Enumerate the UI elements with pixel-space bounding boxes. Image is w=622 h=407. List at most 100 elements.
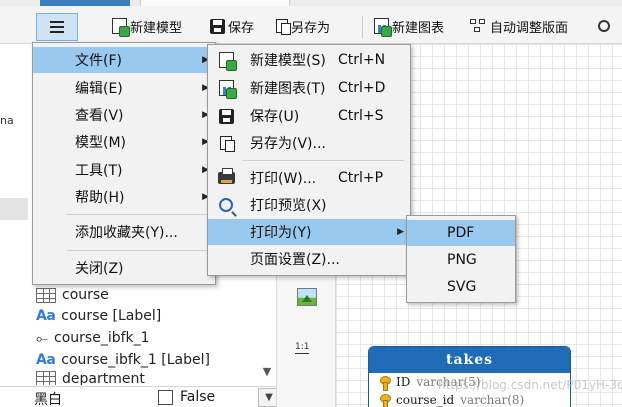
file-submenu: 新建模型(S) Ctrl+N 新建图表(T) Ctrl+D 保存(U) Ctrl… (207, 44, 411, 276)
menu-item-svg[interactable]: SVG (407, 274, 515, 300)
actual-size-icon[interactable]: 1:1 (295, 342, 310, 354)
menu-item-label: 另存为(V)... (250, 136, 326, 152)
toolbar: 新建模型 保存 另存为 新建图表 自动调整版面 (0, 6, 622, 44)
new-chart-icon (374, 18, 392, 37)
object-label: department (62, 371, 145, 385)
table-column-row: course_id varchar(8) (369, 391, 570, 407)
menu-item-print-preview[interactable]: 打印预览(X) (208, 192, 410, 218)
menu-item-model[interactable]: 模型(M) ▶ (33, 129, 215, 155)
left-edge-text: na (0, 114, 14, 127)
menu-item-save[interactable]: 保存(U) Ctrl+S (208, 103, 410, 129)
menu-item-label: 新建图表(T) (250, 81, 326, 97)
object-label: course_ibfk_1 (54, 330, 150, 346)
hamburger-icon (50, 21, 64, 33)
property-row: 黑白 False ▼ (0, 386, 290, 407)
menu-separator (242, 160, 404, 161)
menu-item-label: SVG (447, 279, 477, 295)
zoom-icon (598, 20, 610, 32)
object-list-item[interactable]: Aa course [Label] (36, 305, 161, 327)
scroll-down-arrow[interactable]: ▼ (258, 363, 276, 381)
watermark: https://blog.csdn.net/P01yH-3dr0n (438, 378, 622, 392)
foreign-key-icon: ⟜ (36, 329, 49, 347)
new-model-button[interactable]: 新建模型 (112, 14, 182, 38)
property-label: 黑白 (34, 392, 62, 407)
menu-item-png[interactable]: PNG (407, 247, 515, 273)
menu-item-tools[interactable]: 工具(T) ▶ (33, 157, 215, 183)
menu-item-page-setup[interactable]: 页面设置(Z)... (208, 246, 410, 272)
column-name: ID (396, 375, 411, 389)
menu-item-edit[interactable]: 编辑(E) ▶ (33, 75, 215, 101)
menu-separator (67, 250, 209, 251)
print-as-submenu: PDF PNG SVG (406, 215, 516, 303)
menu-item-view[interactable]: 查看(V) ▶ (33, 102, 215, 128)
menu-item-pdf[interactable]: PDF (407, 220, 515, 246)
save-as-label: 另存为 (291, 20, 331, 36)
new-model-icon (218, 52, 237, 71)
print-icon (217, 168, 235, 184)
image-tool-icon[interactable] (297, 288, 317, 306)
new-model-icon (112, 18, 130, 37)
menu-item-label: 编辑(E) (75, 81, 123, 97)
menu-item-label: 保存(U) (250, 109, 300, 125)
menu-item-print-as[interactable]: 打印为(Y) ▶ (208, 219, 410, 245)
zoom-button[interactable] (598, 14, 610, 38)
main-menu-button[interactable] (36, 13, 78, 41)
menu-item-file[interactable]: 文件(F) ▶ (33, 47, 215, 73)
menu-item-label: 打印预览(X) (250, 198, 327, 214)
save-icon (210, 18, 225, 34)
menu-item-label: 工具(T) (75, 163, 123, 179)
save-label: 保存 (228, 20, 255, 36)
object-list-item[interactable]: Aa course_ibfk_1 [Label] (36, 349, 210, 371)
menu-item-label: 打印为(Y) (250, 225, 312, 241)
menu-item-shortcut: Ctrl+P (338, 170, 384, 186)
menu-item-label: 打印(W)... (250, 171, 317, 187)
table-entity[interactable]: takes ID varchar(5) course_id varchar(8) (368, 346, 571, 407)
object-label: course [Label] (61, 308, 162, 324)
menu-item-print[interactable]: 打印(W)... Ctrl+P (208, 165, 410, 191)
menu-item-shortcut: Ctrl+S (338, 108, 384, 124)
menu-item-label: PDF (447, 225, 475, 241)
new-chart-icon (218, 80, 237, 99)
menu-item-label: 页面设置(Z)... (250, 252, 340, 268)
table-icon (36, 287, 56, 303)
save-button[interactable]: 保存 (210, 14, 254, 38)
menu-item-new-chart[interactable]: 新建图表(T) Ctrl+D (208, 75, 410, 101)
object-list-item[interactable]: department (36, 371, 145, 385)
toolbar-divider (362, 16, 363, 38)
menu-item-label: 查看(V) (75, 108, 124, 124)
menu-item-label: 新建模型(S) (250, 53, 326, 69)
main-menu: 文件(F) ▶ 编辑(E) ▶ 查看(V) ▶ 模型(M) ▶ 工具(T) ▶ … (32, 42, 216, 285)
menu-item-add-favorite[interactable]: 添加收藏夹(Y)... (33, 219, 215, 245)
menu-item-help[interactable]: 帮助(H) ▶ (33, 184, 215, 210)
save-as-icon (220, 136, 235, 152)
save-icon (218, 108, 234, 124)
auto-layout-button[interactable]: 自动调整版面 (470, 14, 568, 38)
object-list-item[interactable]: ⟜ course_ibfk_1 (36, 327, 150, 349)
menu-item-label: PNG (447, 252, 477, 268)
auto-layout-icon (470, 18, 487, 34)
app-window: 新建模型 保存 另存为 新建图表 自动调整版面 na course Aa cou… (0, 0, 622, 407)
new-chart-label: 新建图表 (392, 20, 445, 36)
menu-item-close[interactable]: 关闭(Z) (33, 255, 215, 281)
menu-item-label: 关闭(Z) (75, 261, 124, 277)
new-model-label: 新建模型 (130, 20, 183, 36)
auto-layout-label: 自动调整版面 (490, 20, 569, 36)
menu-item-label: 模型(M) (75, 135, 127, 151)
save-as-button[interactable]: 另存为 (276, 14, 330, 38)
column-type: varchar(8) (460, 393, 525, 407)
property-checkbox[interactable] (158, 390, 173, 405)
primary-key-icon (379, 393, 391, 407)
property-value: False (180, 389, 216, 405)
menu-item-label: 添加收藏夹(Y)... (75, 225, 178, 241)
table-entity-title: takes (369, 347, 570, 373)
new-chart-button[interactable]: 新建图表 (374, 14, 444, 38)
object-label: course_ibfk_1 [Label] (61, 352, 210, 368)
save-as-icon (276, 19, 291, 35)
column-name: course_id (396, 393, 455, 407)
menu-item-label: 帮助(H) (75, 190, 125, 206)
menu-item-new-model[interactable]: 新建模型(S) Ctrl+N (208, 47, 410, 73)
label-icon: Aa (36, 352, 56, 368)
object-list-item[interactable]: course (36, 284, 109, 306)
menu-item-save-as[interactable]: 另存为(V)... (208, 130, 410, 156)
object-label: course (62, 287, 109, 303)
